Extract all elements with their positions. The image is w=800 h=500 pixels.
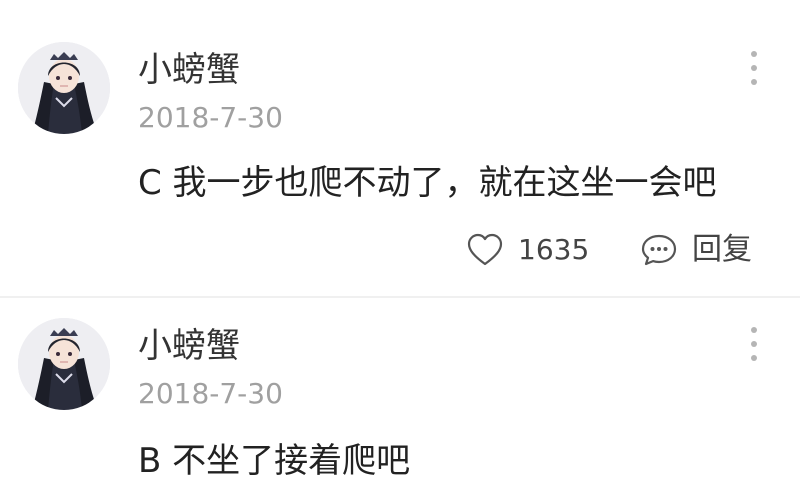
comment-item: 小螃蟹 2018-7-30 C 我一步也爬不动了，就在这坐一会吧 1635 回复: [0, 0, 800, 296]
username[interactable]: 小螃蟹: [138, 50, 240, 90]
avatar-image: [18, 42, 110, 134]
username[interactable]: 小螃蟹: [138, 326, 240, 366]
comment-text: B 不坐了接着爬吧: [138, 441, 411, 481]
comment-item: 小螃蟹 2018-7-30 B 不坐了接着爬吧: [0, 298, 800, 500]
chat-bubble-icon: [641, 234, 677, 266]
heart-outline-icon: [467, 233, 503, 266]
like-count: 1635: [518, 233, 590, 266]
reply-label: 回复: [692, 232, 752, 267]
comment-feed: 小螃蟹 2018-7-30 C 我一步也爬不动了，就在这坐一会吧 1635 回复…: [0, 0, 800, 500]
more-vertical-icon: [751, 327, 757, 361]
comment-date: 2018-7-30: [138, 101, 283, 134]
more-options-button[interactable]: [744, 46, 764, 90]
more-options-button[interactable]: [744, 322, 764, 366]
more-vertical-icon: [751, 51, 757, 85]
comment-text: C 我一步也爬不动了，就在这坐一会吧: [138, 163, 717, 203]
avatar[interactable]: [18, 42, 110, 134]
comment-date: 2018-7-30: [138, 377, 283, 410]
comment-actions: 1635 回复: [466, 228, 766, 272]
avatar[interactable]: [18, 318, 110, 410]
avatar-image: [18, 318, 110, 410]
